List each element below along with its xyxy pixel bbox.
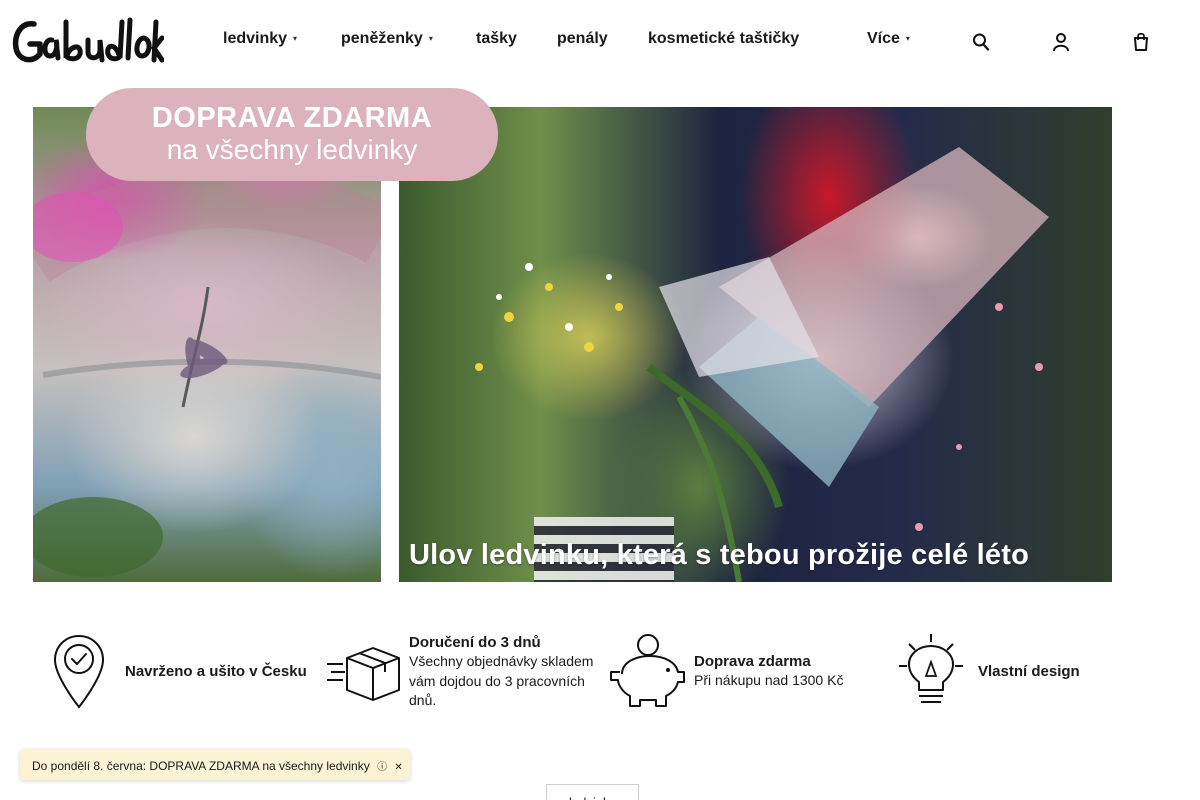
promo-subline: na všechny ledvinky [166, 134, 418, 165]
search-icon[interactable] [972, 32, 990, 52]
lightbulb-pen-icon [897, 632, 967, 713]
feature-description: Při nákupu nad 1300 Kč [694, 672, 844, 688]
nav-item-kosmeticke-tasticky[interactable]: kosmetické taštičky [648, 30, 799, 48]
nav-item-label: peněženky [341, 30, 423, 47]
info-icon[interactable]: ⓘ [377, 762, 387, 773]
close-icon[interactable]: ✕ [394, 762, 402, 773]
feature-title: Navrženo a ušito v Česku [125, 663, 307, 680]
feature-own-design: Vlastní design [897, 630, 1117, 710]
feature-fast-delivery: Doručení do 3 dnů Všechny objednávky skl… [325, 630, 600, 710]
model-with-fanny-pack [475, 147, 1049, 582]
feature-title: Doprava zdarma [694, 653, 811, 670]
piggy-bank-icon [608, 632, 686, 713]
map-pin-check-icon [50, 633, 108, 714]
category-button[interactable]: ledvinky [546, 784, 639, 800]
nav-item-penaly[interactable]: penály [557, 30, 608, 48]
notice-text: Do pondělí 8. června: DOPRAVA ZDARMA na … [32, 759, 370, 773]
feature-title: Doručení do 3 dnů [409, 634, 541, 651]
nav-item-tasky[interactable]: tašky [476, 30, 517, 48]
chevron-down-icon: ▾ [428, 34, 433, 43]
feature-made-in-czech: Navrženo a ušito v Česku [50, 630, 320, 710]
nav-item-ledvinky[interactable]: ledvinky ▾ [223, 30, 297, 48]
nav-item-label: Více [867, 30, 900, 47]
cart-icon[interactable] [1132, 32, 1150, 52]
promo-badge[interactable]: DOPRAVA ZDARMA na všechny ledvinky [86, 88, 498, 181]
main-navigation: ledvinky ▾ peněženky ▾ tašky penály kosmet… [0, 0, 1200, 82]
nav-item-penezenky[interactable]: peněženky ▾ [341, 30, 433, 48]
feature-free-shipping: Doprava zdarma Při nákupu nad 1300 Kč [608, 630, 878, 710]
promo-notice-bar[interactable]: Do pondělí 8. června: DOPRAVA ZDARMA na … [20, 749, 410, 780]
feature-description: Všechny objednávky skladem vám dojdou do… [409, 653, 594, 708]
feature-title: Vlastní design [978, 663, 1080, 680]
hero-image-model [399, 107, 1112, 582]
nav-item-label: penály [557, 30, 608, 47]
promo-headline: DOPRAVA ZDARMA [151, 102, 433, 134]
user-icon[interactable] [1052, 32, 1070, 52]
site-header: ledvinky ▾ peněženky ▾ tašky penály kosmet… [0, 0, 1200, 82]
delivery-box-icon [325, 640, 401, 709]
nav-item-label: kosmetické taštičky [648, 30, 800, 47]
hero-caption: Ulov ledvinku, která s tebou prožije cel… [409, 539, 1029, 571]
nav-item-label: ledvinky [223, 30, 288, 47]
nav-item-vice[interactable]: Více ▾ [867, 30, 910, 48]
chevron-down-icon: ▾ [293, 34, 298, 43]
nav-item-label: tašky [476, 30, 517, 47]
chevron-down-icon: ▾ [905, 34, 910, 43]
